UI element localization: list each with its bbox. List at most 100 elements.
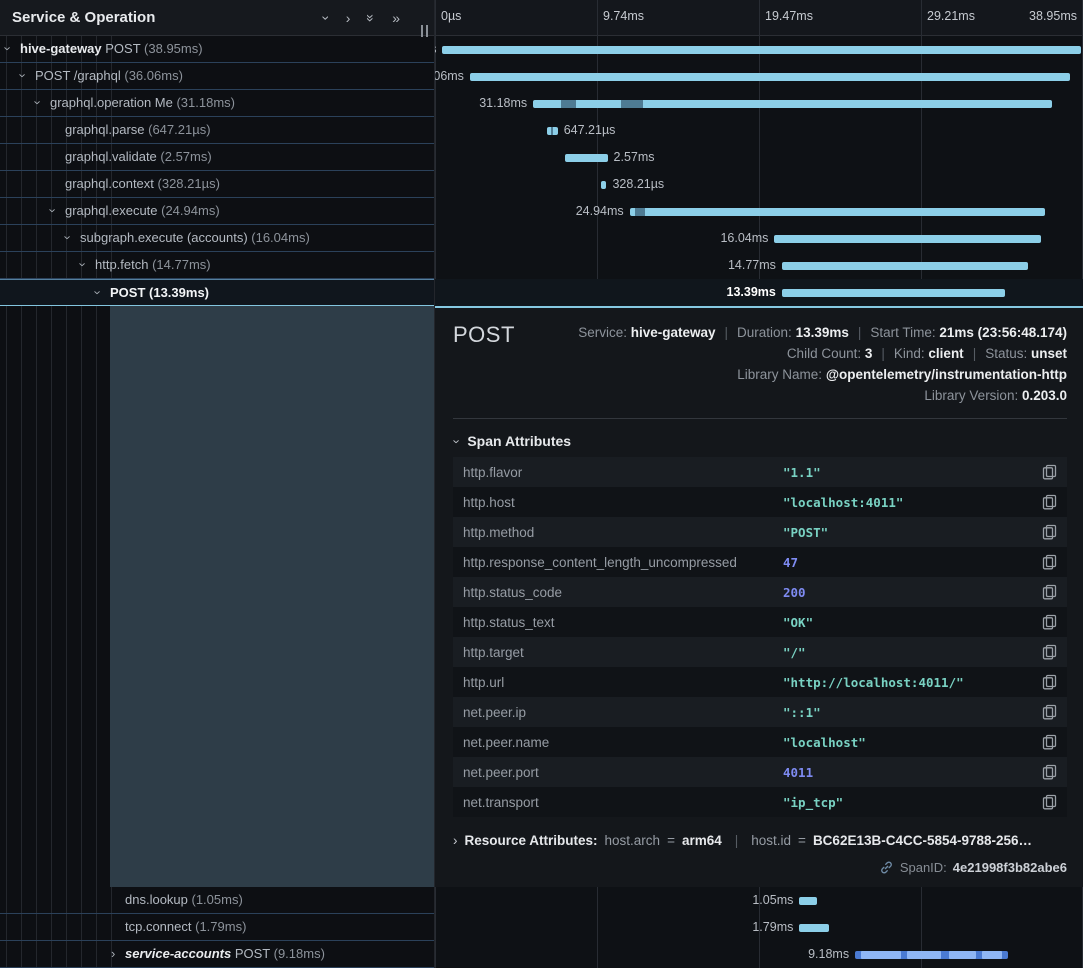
span-duration-bar[interactable]: [601, 181, 606, 189]
span-bar-row[interactable]: 2.57ms: [435, 144, 1083, 171]
copy-button[interactable]: [1040, 672, 1059, 692]
span-tree-row[interactable]: ›graphql.operation Me (31.18ms): [0, 90, 434, 117]
span-tree-row[interactable]: graphql.context (328.21µs): [0, 171, 434, 198]
span-bars-top: 38.95ms36.06ms 31.18ms 647.21µs 2.57ms 328.2…: [435, 36, 1083, 306]
attribute-row: http.host"localhost:4011": [453, 487, 1067, 517]
attribute-value: 200: [783, 585, 1040, 600]
span-bar-row[interactable]: 36.06ms: [435, 63, 1083, 90]
span-tree-row[interactable]: ›POST (13.39ms): [0, 279, 434, 306]
span-duration-bar[interactable]: [774, 235, 1041, 243]
span-bar-row[interactable]: 647.21µs: [435, 117, 1083, 144]
attribute-row: http.target"/": [453, 637, 1067, 667]
copy-icon: [1042, 524, 1057, 540]
chevron-down-icon[interactable]: ›: [26, 100, 51, 104]
span-duration-bar[interactable]: [782, 289, 1005, 297]
span-duration-bar[interactable]: [547, 127, 558, 135]
meta-value: hive-gateway: [631, 325, 716, 340]
chevron-down-icon[interactable]: ›: [71, 262, 96, 266]
span-duration-bar[interactable]: [533, 100, 1052, 108]
copy-button[interactable]: [1040, 492, 1059, 512]
copy-button[interactable]: [1040, 762, 1059, 782]
span-tree-row[interactable]: dns.lookup (1.05ms): [0, 887, 434, 914]
span-tree-row[interactable]: ›graphql.execute (24.94ms): [0, 198, 434, 225]
chevron-down-icon[interactable]: ›: [11, 73, 36, 77]
copy-button[interactable]: [1040, 702, 1059, 722]
span-tree-row[interactable]: ›hive-gateway POST (38.95ms): [0, 36, 434, 63]
resource-attributes-toggle[interactable]: ›Resource Attributes:host.arch=arm64|hos…: [453, 833, 1067, 848]
span-duration-bar[interactable]: [799, 924, 829, 932]
copy-button[interactable]: [1040, 582, 1059, 602]
span-duration-bar[interactable]: [855, 951, 1008, 959]
bar-duration-label: 24.94ms: [576, 204, 624, 218]
attribute-key: http.target: [463, 645, 783, 660]
copy-button[interactable]: [1040, 612, 1059, 632]
span-bar-row[interactable]: 38.95ms: [435, 36, 1083, 63]
link-icon[interactable]: [879, 860, 894, 875]
span-bar-row[interactable]: 328.21µs: [435, 171, 1083, 198]
operation-name: graphql.validate: [65, 149, 157, 164]
span-attributes-toggle[interactable]: › Span Attributes: [455, 433, 1067, 449]
chevron-right-icon[interactable]: ›: [346, 10, 351, 26]
copy-button[interactable]: [1040, 732, 1059, 752]
span-bar-row[interactable]: 9.18ms: [435, 941, 1083, 968]
resource-attributes-title: Resource Attributes:: [465, 833, 598, 848]
span-bar-row[interactable]: 1.05ms: [435, 887, 1083, 914]
double-chevron-right-icon[interactable]: »: [392, 10, 400, 26]
bar-duration-label: 2.57ms: [614, 150, 655, 164]
span-bar-row[interactable]: 14.77ms: [435, 252, 1083, 279]
span-duration-bar[interactable]: [442, 46, 1081, 54]
meta-value: unset: [1031, 346, 1067, 361]
copy-button[interactable]: [1040, 522, 1059, 542]
chevron-down-icon[interactable]: ›: [56, 235, 81, 239]
span-duration-bar[interactable]: [630, 208, 1045, 216]
meta-label: Duration:: [737, 325, 796, 340]
chevron-right-icon[interactable]: ›: [111, 941, 115, 966]
span-tree-row[interactable]: ›http.fetch (14.77ms): [0, 252, 434, 279]
span-detail-panel: POST Service: hive-gateway|Duration: 13.…: [435, 306, 1083, 887]
span-duration-bar[interactable]: [565, 154, 608, 162]
copy-button[interactable]: [1040, 792, 1059, 812]
chevron-down-icon[interactable]: ›: [86, 290, 111, 294]
span-tree-row[interactable]: tcp.connect (1.79ms): [0, 914, 434, 941]
span-duration-bar[interactable]: [799, 897, 816, 905]
resource-value: BC62E13B-C4CC-5854-9788-256…: [813, 833, 1032, 848]
double-chevron-down-icon[interactable]: »: [363, 14, 379, 22]
copy-button[interactable]: [1040, 552, 1059, 572]
meta-value: @opentelemetry/instrumentation-http: [826, 367, 1067, 382]
attribute-key: http.status_code: [463, 585, 783, 600]
panel-title: Service & Operation: [12, 9, 307, 26]
span-bar-row[interactable]: 13.39ms: [435, 279, 1083, 306]
attribute-value: 47: [783, 555, 1040, 570]
copy-button[interactable]: [1040, 462, 1059, 482]
span-tree-row[interactable]: graphql.parse (647.21µs): [0, 117, 434, 144]
span-bar-row[interactable]: 31.18ms: [435, 90, 1083, 117]
copy-icon: [1042, 584, 1057, 600]
span-duration: (14.77ms): [148, 257, 210, 272]
attribute-key: http.host: [463, 495, 783, 510]
span-tree-row[interactable]: ›subgraph.execute (accounts) (16.04ms): [0, 225, 434, 252]
panel-resizer[interactable]: [421, 25, 428, 37]
copy-icon: [1042, 494, 1057, 510]
chevron-down-icon[interactable]: ›: [0, 46, 21, 50]
span-duration-bar[interactable]: [470, 73, 1070, 81]
chevron-down-icon[interactable]: ›: [41, 208, 66, 212]
span-duration: (9.18ms): [270, 946, 325, 961]
span-bar-row[interactable]: 1.79ms: [435, 914, 1083, 941]
span-bar-row[interactable]: 24.94ms: [435, 198, 1083, 225]
span-label: graphql.parse (647.21µs): [0, 117, 211, 142]
meta-value: 0.203.0: [1022, 388, 1067, 403]
copy-button[interactable]: [1040, 642, 1059, 662]
bar-duration-label: 31.18ms: [479, 96, 527, 110]
chevron-down-icon: ›: [450, 439, 465, 443]
span-tree-row[interactable]: ›service-accounts POST (9.18ms): [0, 941, 434, 968]
attribute-key: net.peer.port: [463, 765, 783, 780]
chevron-down-icon[interactable]: ›: [318, 15, 334, 20]
span-tree-row[interactable]: graphql.validate (2.57ms): [0, 144, 434, 171]
span-duration-bar[interactable]: [782, 262, 1028, 270]
span-tree-row[interactable]: ›POST /graphql (36.06ms): [0, 63, 434, 90]
span-label: dns.lookup (1.05ms): [0, 887, 243, 912]
span-duration: (1.79ms): [192, 919, 247, 934]
span-bar-row[interactable]: 16.04ms: [435, 225, 1083, 252]
span-duration: (647.21µs): [145, 122, 211, 137]
meta-label: Start Time:: [870, 325, 939, 340]
